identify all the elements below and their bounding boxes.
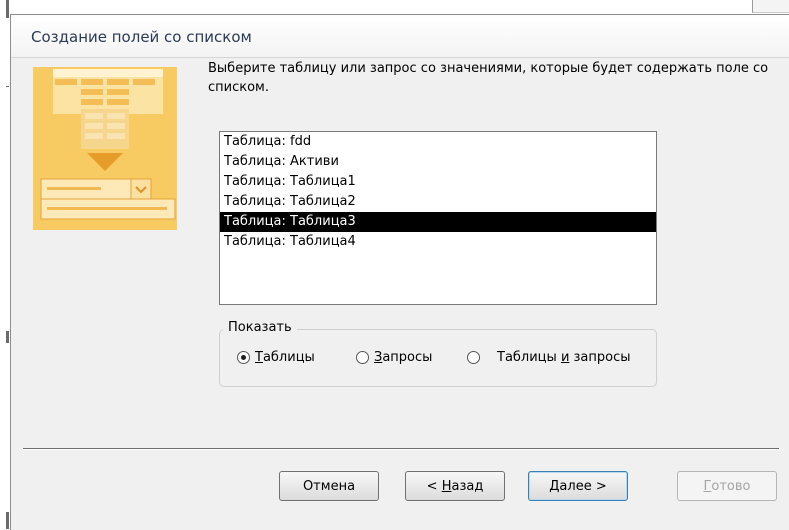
radio-tables-label: Таблицы xyxy=(255,349,315,365)
radio-queries-label: Запросы xyxy=(374,349,433,365)
list-item[interactable]: Таблица: Таблица2 xyxy=(220,192,656,212)
dialog-title: Создание полей со списком xyxy=(31,28,252,46)
list-item[interactable]: Таблица: Активи xyxy=(220,152,656,172)
next-button[interactable]: Далее > xyxy=(528,471,628,501)
list-item[interactable]: Таблица: Таблица3 xyxy=(220,212,656,232)
next-button-label: Далее > xyxy=(549,478,607,494)
cancel-button[interactable]: Отмена xyxy=(279,471,379,501)
radio-tables-indicator[interactable] xyxy=(237,350,250,364)
list-item[interactable]: Таблица: Таблица1 xyxy=(220,172,656,192)
list-item[interactable]: Таблица: fdd xyxy=(220,132,656,152)
background-tab xyxy=(752,0,789,13)
title-bar: Создание полей со списком xyxy=(11,15,789,58)
back-button-label: < Назад xyxy=(426,478,484,494)
radio-both-label: Таблицы и запросы xyxy=(497,349,631,365)
tables-listbox[interactable]: Таблица: fdd Таблица: Активи Таблица: Табл… xyxy=(219,131,657,305)
radio-tables[interactable]: Таблицы xyxy=(237,347,315,367)
prompt-text: Выберите таблицу или запрос со значениям… xyxy=(208,61,769,95)
radio-both-indicator[interactable] xyxy=(467,350,480,364)
cancel-button-label: Отмена xyxy=(302,478,356,494)
show-group-label: Показать xyxy=(223,320,297,335)
finish-button[interactable]: Готово xyxy=(677,471,777,501)
radio-queries[interactable]: Запросы xyxy=(356,347,432,367)
back-button[interactable]: < Назад xyxy=(405,471,505,501)
radio-queries-indicator[interactable] xyxy=(356,350,369,364)
button-separator xyxy=(23,448,779,450)
radio-tables-and-queries[interactable]: Таблицы и запросы xyxy=(467,347,631,367)
list-item[interactable]: Таблица: Таблица4 xyxy=(220,232,656,252)
background-window xyxy=(0,0,789,14)
finish-button-label: Готово xyxy=(703,478,751,494)
combo-box-wizard-icon xyxy=(33,67,177,230)
